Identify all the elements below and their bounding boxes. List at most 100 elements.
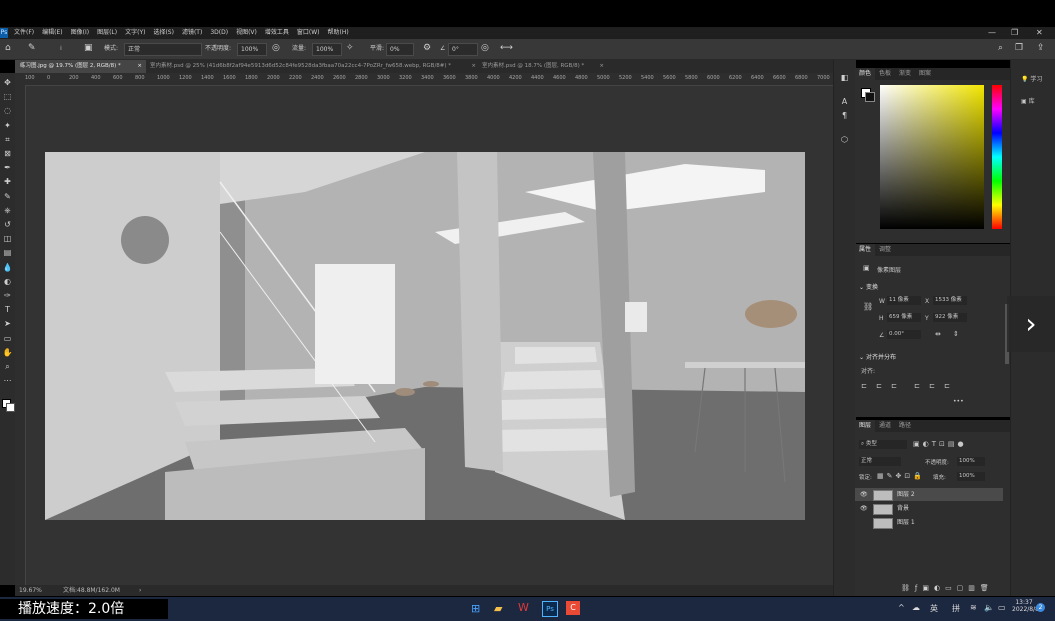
pen-tool-icon[interactable]: ✑ <box>2 290 13 301</box>
x-input[interactable]: 1533 像素 <box>933 296 967 305</box>
zoom-readout[interactable]: 19.67% <box>19 585 42 596</box>
shape-tool-icon[interactable]: ▭ <box>2 333 13 344</box>
menu-item[interactable]: 选择(S) <box>153 27 174 39</box>
recorder-icon[interactable]: C <box>566 601 580 615</box>
close-icon[interactable]: × <box>471 60 476 73</box>
background-color-swatch[interactable] <box>865 92 875 102</box>
file-explorer-icon[interactable]: ▰ <box>494 602 502 615</box>
libraries-button[interactable]: ▣ 库 <box>1021 96 1035 105</box>
align-hcenter-icon[interactable]: ⊏ <box>876 382 882 390</box>
battery-icon[interactable]: ▭ <box>998 603 1006 612</box>
dodge-tool-icon[interactable]: ◐ <box>2 276 13 287</box>
tab-gradients[interactable]: 渐变 <box>895 68 915 80</box>
align-bottom-icon[interactable]: ⊏ <box>944 382 950 390</box>
align-right-icon[interactable]: ⊏ <box>891 382 897 390</box>
minimize-button[interactable]: — <box>988 27 996 39</box>
canvas-area[interactable] <box>26 86 833 585</box>
width-input[interactable]: 11 像素 <box>887 296 921 305</box>
align-vcenter-icon[interactable]: ⊏ <box>929 382 935 390</box>
layer-actions[interactable]: ⛓ƒ▣◐▭▢▥🗑 <box>901 584 994 592</box>
eraser-icon[interactable]: ◫ <box>2 233 13 244</box>
share-icon[interactable]: ⇪ <box>1037 43 1045 54</box>
layer-row[interactable]: 👁 背景 <box>855 502 1003 515</box>
windows-start-icon[interactable]: ⊞ <box>471 602 480 615</box>
tab-swatches[interactable]: 色板 <box>875 68 895 80</box>
frame-tool-icon[interactable]: ⊠ <box>2 148 13 159</box>
opacity-input[interactable]: 100% <box>237 43 267 56</box>
hand-tool-icon[interactable]: ✋ <box>2 347 13 358</box>
healing-brush-icon[interactable]: ✚ <box>2 176 13 187</box>
zoom-tool-icon[interactable]: ⌕ <box>2 361 13 372</box>
status-more-icon[interactable]: › <box>139 585 141 596</box>
volume-icon[interactable]: 🔈 <box>984 603 994 612</box>
background-swatch[interactable] <box>6 403 15 412</box>
cloud-icon[interactable]: ☁ <box>912 603 920 612</box>
smooth-input[interactable]: 0% <box>386 43 414 56</box>
mode-select[interactable]: 正常 <box>124 43 202 56</box>
clock[interactable]: 13:37 2022/8/8 <box>1012 599 1039 613</box>
path-select-icon[interactable]: ➤ <box>2 318 13 329</box>
menu-item[interactable]: 帮助(H) <box>328 27 349 39</box>
pressure-size-icon[interactable]: ◎ <box>481 43 489 54</box>
blur-tool-icon[interactable]: 💧 <box>2 262 13 273</box>
close-icon[interactable]: × <box>599 60 604 73</box>
lock-icons[interactable]: ▦✎✥⊡🔒 <box>877 472 925 480</box>
character-icon[interactable]: A <box>839 96 850 107</box>
menu-item[interactable]: 窗口(W) <box>297 27 320 39</box>
menu-item[interactable]: 文件(F) <box>14 27 34 39</box>
menu-item[interactable]: 增效工具 <box>265 27 289 39</box>
fill-input[interactable]: 100% <box>957 472 985 481</box>
move-tool-icon[interactable]: ✥ <box>2 77 13 88</box>
align-left-icon[interactable]: ⊏ <box>861 382 867 390</box>
tab-interior-material-2[interactable]: 室内素材.psd @ 18.7% (图层, RGB/8) * × <box>477 60 608 73</box>
tab-color[interactable]: 颜色 <box>855 68 876 80</box>
search-icon[interactable]: ⌕ <box>998 43 1003 54</box>
photoshop-taskbar-icon[interactable]: Ps <box>542 601 558 617</box>
pressure-opacity-icon[interactable]: ◎ <box>272 43 280 54</box>
layer-kind-filter[interactable]: ⌕ 类型 <box>859 440 907 449</box>
lasso-tool-icon[interactable]: ◌ <box>2 105 13 116</box>
chevron-up-icon[interactable]: ^ <box>898 603 905 612</box>
symmetry-icon[interactable]: ⟷ <box>500 43 513 54</box>
y-input[interactable]: 922 像素 <box>933 313 967 322</box>
brush-tool-icon[interactable]: ✎ <box>28 43 36 54</box>
close-icon[interactable]: × <box>137 60 142 73</box>
workspace-icon[interactable]: ❐ <box>1015 43 1023 54</box>
magic-wand-icon[interactable]: ✦ <box>2 120 13 131</box>
eye-icon[interactable]: 👁 <box>860 502 868 515</box>
close-window-button[interactable]: ✕ <box>1036 27 1043 39</box>
brush-size-icon[interactable]: ⁞ <box>60 43 62 54</box>
menu-item[interactable]: 滤镜(T) <box>182 27 202 39</box>
flip-vertical-icon[interactable]: ⇕ <box>953 330 959 338</box>
flip-horizontal-icon[interactable]: ⇹ <box>935 330 941 338</box>
blend-mode-select[interactable]: 正常 <box>859 457 901 466</box>
hue-slider[interactable] <box>992 85 1002 229</box>
3d-icon[interactable]: ⬡ <box>839 134 850 145</box>
layer-opacity-input[interactable]: 100% <box>957 457 985 466</box>
layer-row[interactable]: 图层 1 <box>855 516 1003 529</box>
more-tools-icon[interactable]: ⋯ <box>2 375 13 386</box>
color-field[interactable] <box>880 85 984 229</box>
clone-stamp-icon[interactable]: ⎈ <box>2 205 13 216</box>
paragraph-icon[interactable]: ¶ <box>839 110 850 121</box>
history-brush-icon[interactable]: ↺ <box>2 219 13 230</box>
airbrush-icon[interactable]: ✧ <box>346 43 354 54</box>
eye-icon[interactable]: 👁 <box>860 488 868 501</box>
height-input[interactable]: 659 像素 <box>887 313 921 322</box>
menu-item[interactable]: 文字(Y) <box>125 27 145 39</box>
ime-pinyin[interactable]: 拼 <box>952 603 960 614</box>
tab-adjustments[interactable]: 调整 <box>875 244 895 256</box>
flow-input[interactable]: 100% <box>312 43 342 56</box>
menu-item[interactable]: 编辑(E) <box>42 27 62 39</box>
tab-patterns[interactable]: 图案 <box>915 68 935 80</box>
history-icon[interactable]: ◧ <box>839 72 850 83</box>
notification-badge[interactable]: 2 <box>1036 603 1045 612</box>
tab-paths[interactable]: 路径 <box>895 420 915 432</box>
ime-lang[interactable]: 英 <box>930 603 938 614</box>
tab-channels[interactable]: 通道 <box>875 420 895 432</box>
angle-input[interactable]: 0° <box>448 43 478 56</box>
tab-properties[interactable]: 属性 <box>855 244 876 256</box>
link-icon[interactable]: ⛓ <box>863 302 873 311</box>
wps-icon[interactable]: W <box>518 601 529 614</box>
gear-icon[interactable]: ⚙ <box>423 43 431 54</box>
